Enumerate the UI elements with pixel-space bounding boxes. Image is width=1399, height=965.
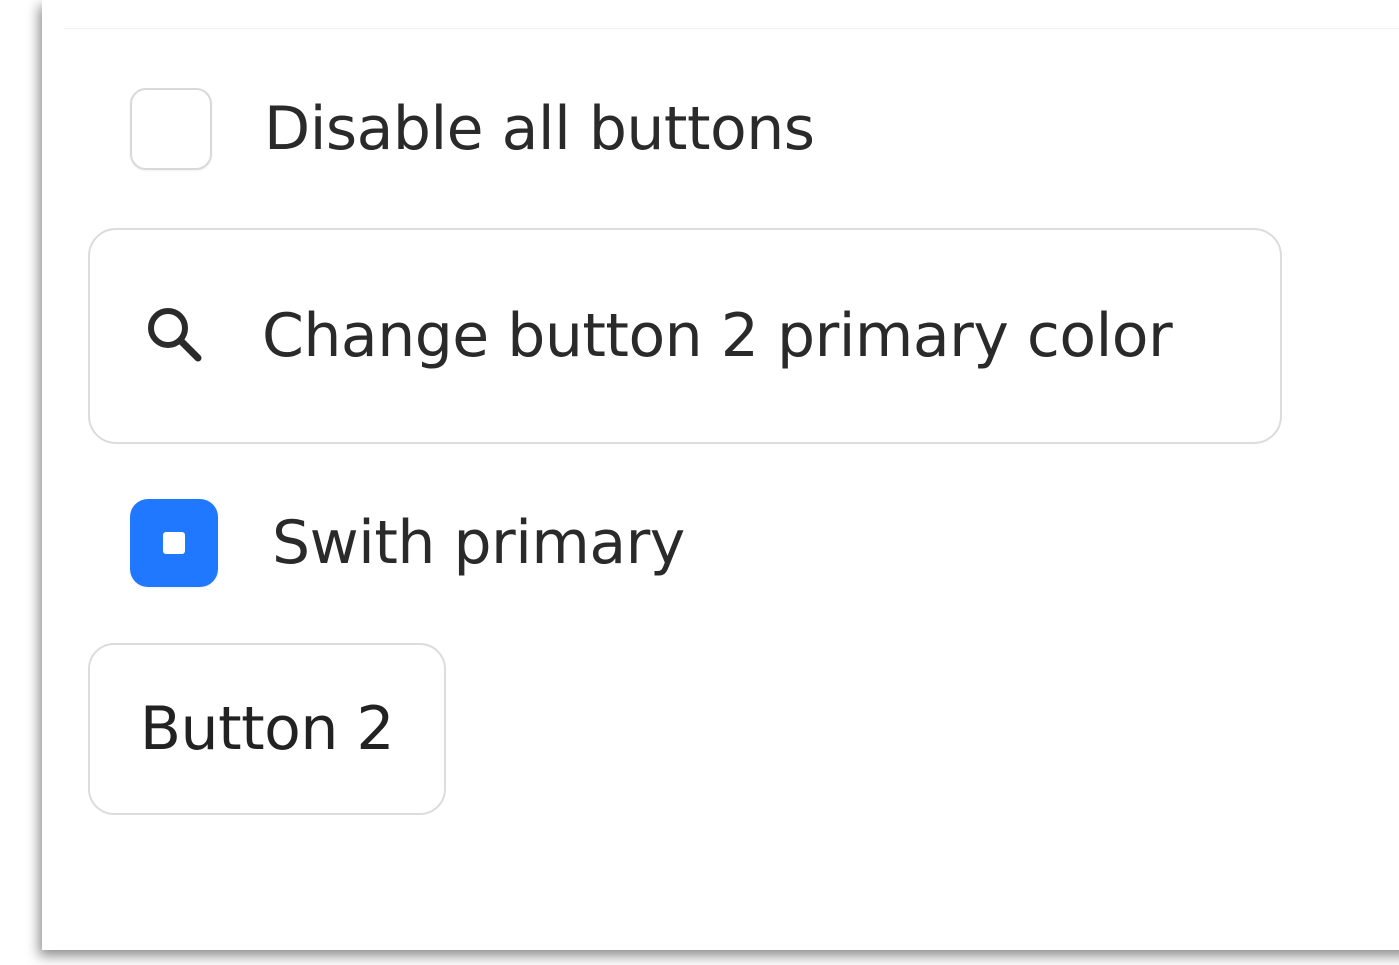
screen: Disable all buttons Change button 2 prim…: [0, 0, 1399, 965]
button-2[interactable]: Button 2: [88, 643, 446, 815]
search-icon: [148, 308, 202, 362]
switch-primary-checkbox[interactable]: [130, 499, 218, 587]
checkbox-indicator-icon: [163, 532, 185, 554]
change-button-2-primary-color-button[interactable]: Change button 2 primary color: [88, 228, 1282, 444]
change-button-2-primary-color-label: Change button 2 primary color: [262, 301, 1173, 371]
disable-all-buttons-checkbox-row[interactable]: Disable all buttons: [130, 86, 815, 172]
divider: [64, 28, 1399, 29]
switch-primary-checkbox-row[interactable]: Swith primary: [130, 498, 685, 588]
disable-all-buttons-label: Disable all buttons: [264, 94, 815, 164]
switch-primary-label: Swith primary: [272, 508, 685, 578]
button-2-label: Button 2: [139, 694, 395, 764]
disable-all-buttons-checkbox[interactable]: [130, 88, 212, 170]
